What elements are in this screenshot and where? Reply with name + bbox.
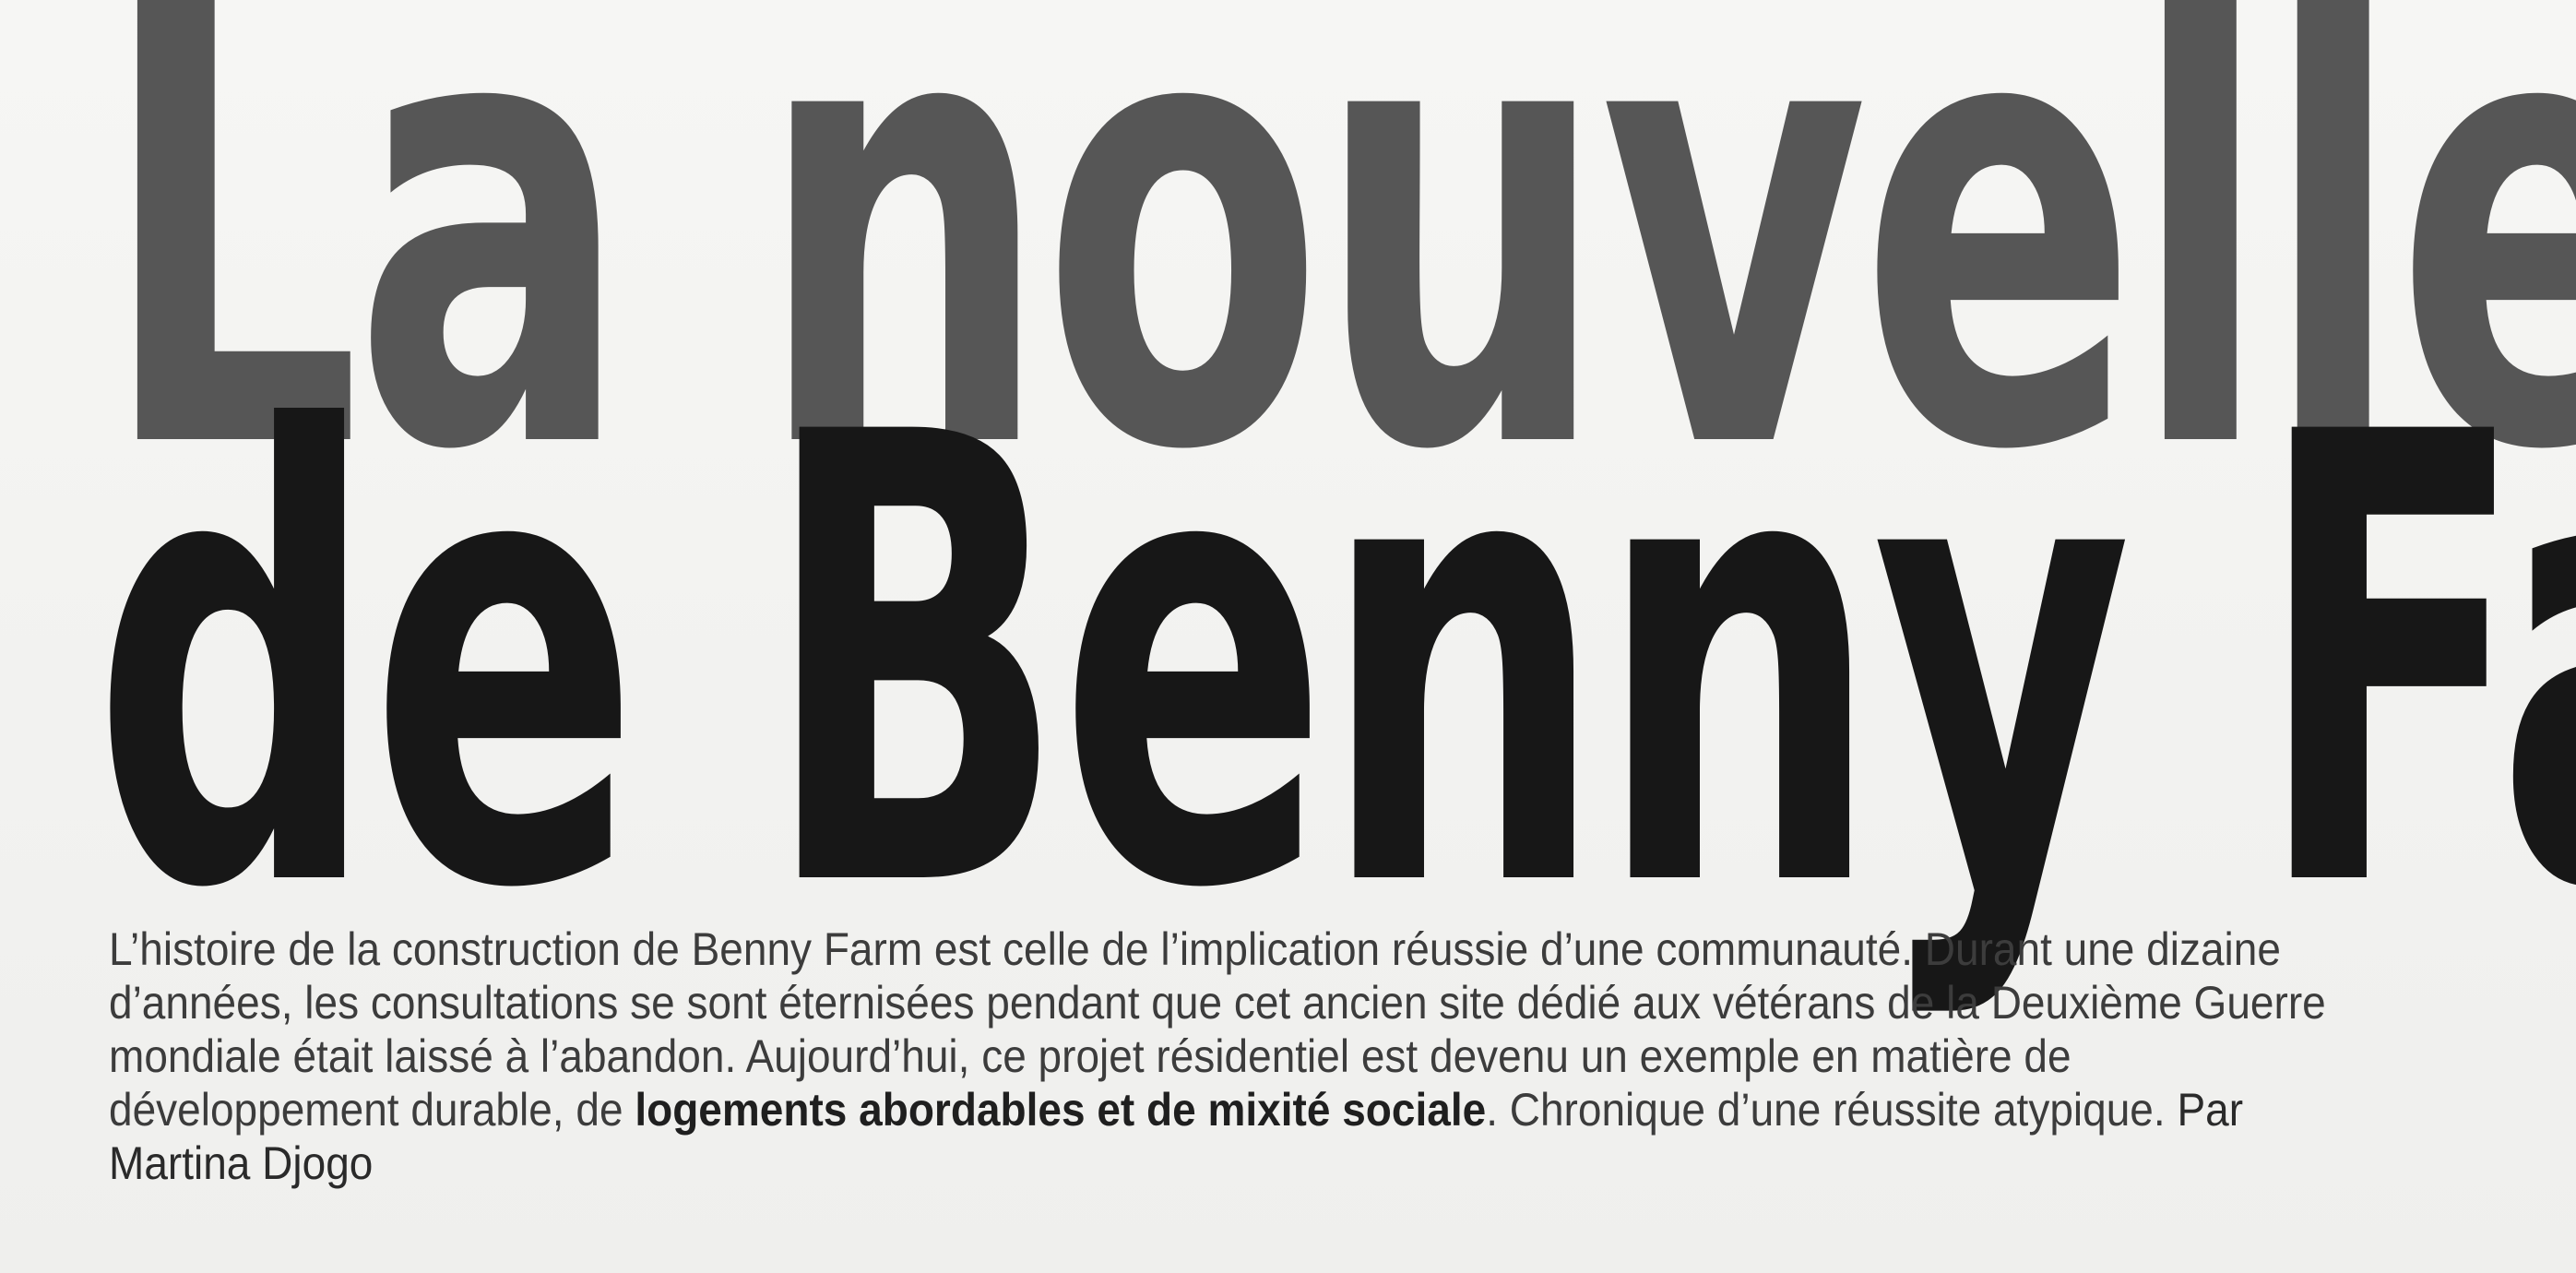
intro-paragraph: L’histoire de la construction de Benny F… [109,922,2332,1190]
article-page: La nouvelle vie de Benny Farm L’histoire… [0,0,2576,1273]
intro-emphasis: logements abordables et de mixité social… [635,1084,1487,1136]
intro-text-part-2: . Chronique d’une réussite atypique. [1486,1084,2166,1136]
headline-line-2: de Benny Farm [92,304,2576,1024]
